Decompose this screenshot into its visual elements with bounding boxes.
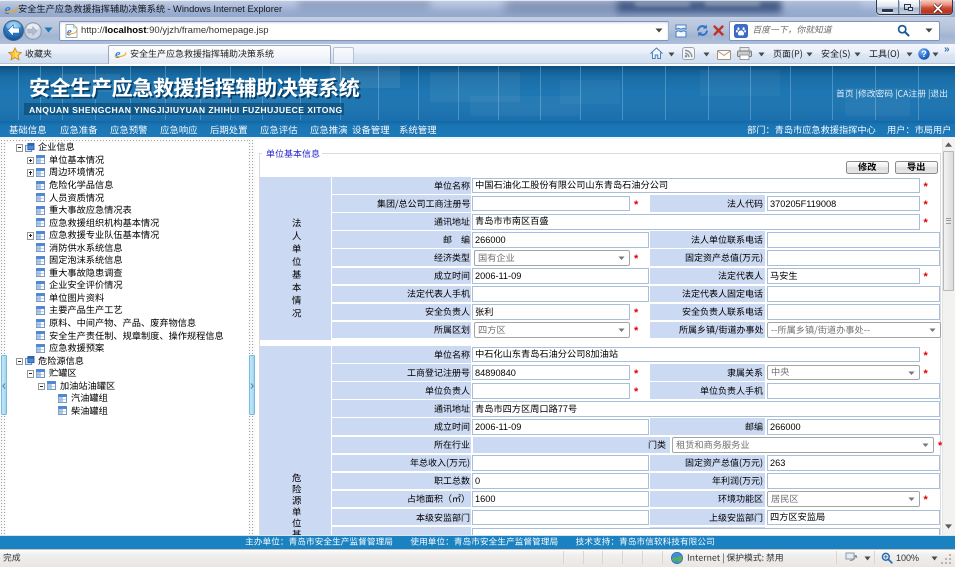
svg-text:?: ? bbox=[921, 49, 927, 59]
svg-text:e: e bbox=[67, 26, 72, 38]
svg-text:e: e bbox=[4, 2, 11, 18]
svg-text:e: e bbox=[115, 47, 121, 61]
